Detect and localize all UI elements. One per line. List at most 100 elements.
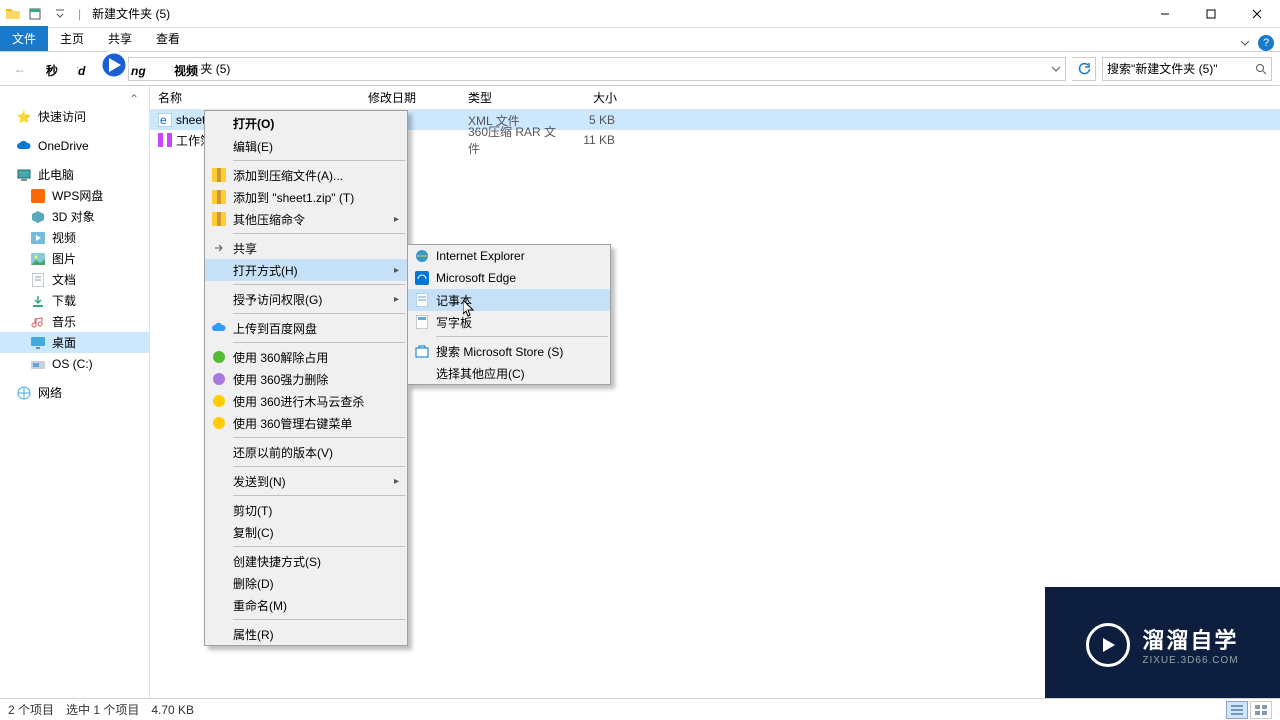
- tree-desktop[interactable]: 桌面: [0, 332, 149, 353]
- view-details-button[interactable]: [1226, 701, 1248, 719]
- ctx-share[interactable]: 共享: [205, 237, 407, 259]
- status-size: 4.70 KB: [151, 703, 194, 717]
- ctx-shortcut[interactable]: 创建快捷方式(S): [205, 550, 407, 572]
- tab-home[interactable]: 主页: [48, 26, 96, 51]
- tree-network[interactable]: 网络: [0, 382, 149, 403]
- openwith-edge[interactable]: Microsoft Edge: [408, 267, 610, 289]
- ctx-360-unlock[interactable]: 使用 360解除占用: [205, 346, 407, 368]
- openwith-store[interactable]: 搜索 Microsoft Store (S): [408, 340, 610, 362]
- address-history-dropdown[interactable]: [1051, 64, 1061, 74]
- file-size: 5 KB: [560, 113, 625, 127]
- ctx-delete[interactable]: 删除(D): [205, 572, 407, 594]
- ctx-open[interactable]: 打开(O): [205, 111, 407, 135]
- openwith-notepad[interactable]: 记事本: [408, 289, 610, 311]
- ribbon-chevron-icon[interactable]: [1240, 38, 1250, 48]
- tree-os-c[interactable]: OS (C:): [0, 353, 149, 374]
- ctx-copy[interactable]: 复制(C): [205, 521, 407, 543]
- ctx-other-compress[interactable]: 其他压缩命令▸: [205, 208, 407, 230]
- status-item-count: 2 个项目: [8, 701, 54, 718]
- qat-props-icon[interactable]: [24, 3, 46, 25]
- cube-icon: [30, 209, 46, 225]
- ribbon: 文件 主页 共享 查看 ?: [0, 28, 1280, 52]
- tab-view[interactable]: 查看: [144, 26, 192, 51]
- wps-icon: [30, 188, 46, 204]
- ctx-upload-baidu[interactable]: 上传到百度网盘: [205, 317, 407, 339]
- ctx-restore[interactable]: 还原以前的版本(V): [205, 441, 407, 463]
- chevron-right-icon: ▸: [394, 294, 399, 305]
- ctx-send-to[interactable]: 发送到(N)▸: [205, 470, 407, 492]
- openwith-ie[interactable]: Internet Explorer: [408, 245, 610, 267]
- breadcrumb-folder[interactable]: …件夹 (5): [176, 60, 230, 77]
- video-icon: [30, 230, 46, 246]
- tab-share[interactable]: 共享: [96, 26, 144, 51]
- document-icon: [30, 272, 46, 288]
- chevron-right-icon: ▸: [394, 214, 399, 225]
- file-icon: [158, 133, 172, 147]
- tree-onedrive[interactable]: OneDrive: [0, 135, 149, 156]
- openwith-wordpad[interactable]: 写字板: [408, 311, 610, 333]
- download-icon: [30, 293, 46, 309]
- share-icon: [211, 240, 227, 256]
- ctx-rename[interactable]: 重命名(M): [205, 594, 407, 616]
- ctx-360-trojan[interactable]: 使用 360进行木马云查杀: [205, 390, 407, 412]
- store-icon: [414, 343, 430, 359]
- nav-tree: ⌃ ⭐快速访问 OneDrive 此电脑 WPS网盘 3D 对象 视频 图片 文…: [0, 86, 150, 700]
- ctx-grant-access[interactable]: 授予访问权限(G)▸: [205, 288, 407, 310]
- help-button[interactable]: ?: [1258, 35, 1274, 51]
- tree-documents[interactable]: 文档: [0, 269, 149, 290]
- col-name[interactable]: 名称: [150, 89, 360, 106]
- status-bar: 2 个项目 选中 1 个项目 4.70 KB: [0, 698, 1280, 720]
- tree-pictures[interactable]: 图片: [0, 248, 149, 269]
- minimize-button[interactable]: [1142, 0, 1188, 28]
- star-icon: ⭐: [16, 109, 32, 125]
- ctx-add-zip[interactable]: 添加到 "sheet1.zip" (T): [205, 186, 407, 208]
- open-with-submenu: Internet Explorer Microsoft Edge 记事本 写字板…: [407, 244, 611, 385]
- close-button[interactable]: [1234, 0, 1280, 28]
- view-icons-button[interactable]: [1250, 701, 1272, 719]
- archive-icon: [211, 167, 227, 183]
- tree-downloads[interactable]: 下载: [0, 290, 149, 311]
- breadcrumb[interactable]: 此电脑 › …件夹 (5): [133, 60, 230, 77]
- address-bar[interactable]: 此电脑 › …件夹 (5): [128, 57, 1066, 81]
- 360-icon: [211, 349, 227, 365]
- tree-3d[interactable]: 3D 对象: [0, 206, 149, 227]
- separator: |: [78, 7, 81, 21]
- ctx-360-force-delete[interactable]: 使用 360强力删除: [205, 368, 407, 390]
- nav-back-button[interactable]: ←: [8, 57, 32, 81]
- file-type: 360压缩 RAR 文件: [460, 123, 560, 157]
- col-size[interactable]: 大小: [560, 89, 625, 106]
- refresh-button[interactable]: [1072, 57, 1096, 81]
- tree-this-pc[interactable]: 此电脑: [0, 164, 149, 185]
- search-icon: [1255, 63, 1267, 75]
- window-title: 新建文件夹 (5): [92, 5, 170, 22]
- col-type[interactable]: 类型: [460, 89, 560, 106]
- tree-collapse-icon[interactable]: ⌃: [0, 92, 149, 106]
- col-date[interactable]: 修改日期: [360, 89, 460, 106]
- tree-videos[interactable]: 视频: [0, 227, 149, 248]
- 360-icon: [211, 415, 227, 431]
- search-placeholder: 搜索"新建文件夹 (5)": [1107, 60, 1218, 77]
- ctx-cut[interactable]: 剪切(T): [205, 499, 407, 521]
- ctx-360-menu[interactable]: 使用 360管理右键菜单: [205, 412, 407, 434]
- folder-icon: [5, 6, 21, 22]
- tree-music[interactable]: 音乐: [0, 311, 149, 332]
- tab-file[interactable]: 文件: [0, 26, 48, 51]
- ctx-open-with[interactable]: 打开方式(H)▸: [205, 259, 407, 281]
- ctx-add-archive[interactable]: 添加到压缩文件(A)...: [205, 164, 407, 186]
- nav-bar: ← → ↑ 此电脑 › …件夹 (5) 搜索"新建文件夹 (5)": [0, 52, 1280, 86]
- search-input[interactable]: 搜索"新建文件夹 (5)": [1102, 57, 1272, 81]
- openwith-choose[interactable]: 选择其他应用(C): [408, 362, 610, 384]
- nav-forward-button[interactable]: →: [38, 57, 62, 81]
- nav-recent-dropdown[interactable]: [68, 57, 92, 81]
- qat-dropdown-icon[interactable]: [49, 3, 71, 25]
- tree-quick-access[interactable]: ⭐快速访问: [0, 106, 149, 127]
- ctx-edit[interactable]: 编辑(E): [205, 135, 407, 157]
- file-size: 11 KB: [560, 133, 625, 147]
- nav-up-button[interactable]: ↑: [98, 57, 122, 81]
- ctx-properties[interactable]: 属性(R): [205, 623, 407, 645]
- status-selection: 选中 1 个项目: [66, 701, 139, 718]
- qat: | 新建文件夹 (5): [0, 3, 170, 25]
- maximize-button[interactable]: [1188, 0, 1234, 28]
- ie-icon: [414, 248, 430, 264]
- tree-wps[interactable]: WPS网盘: [0, 185, 149, 206]
